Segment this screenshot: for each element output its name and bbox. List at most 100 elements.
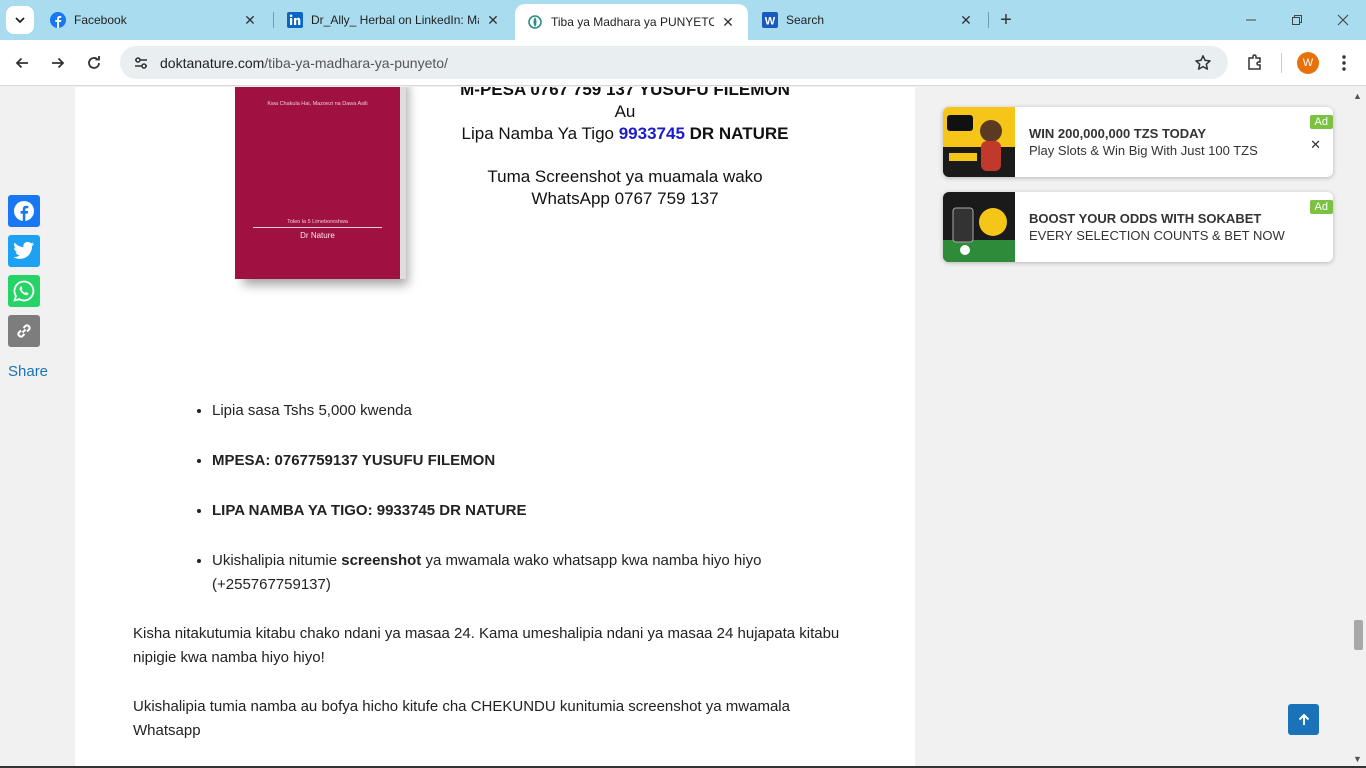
tab-facebook[interactable]: Facebook ✕ [38,0,270,40]
tab-search-button[interactable] [6,6,34,34]
tab-active-article[interactable]: Tiba ya Madhara ya PUNYETO ✕ [515,4,748,40]
payment-tigo-line: Lipa Namba Ya Tigo 9933745 DR NATURE [415,123,835,145]
copy-link-button[interactable] [8,315,40,347]
tab-title: Dr_Ally_ Herbal on LinkedIn: Ma [311,13,479,27]
scroll-down-arrow-icon[interactable]: ▼ [1353,754,1362,764]
share-label[interactable]: Share [8,363,48,380]
new-tab-button[interactable]: + [994,8,1018,32]
payment-steps-list: Lipia sasa Tshs 5,000 kwenda MPESA: 0767… [212,399,852,623]
list-item: Ukishalipia nitumie screenshot ya mwamal… [212,549,852,597]
scroll-up-arrow-icon[interactable]: ▲ [1353,91,1362,101]
list-item-text: Ukishalipia nitumie [212,552,342,569]
arrow-up-icon [1298,713,1309,725]
forward-button[interactable] [44,49,72,77]
book-divider [253,227,382,228]
toolbar-divider [1281,53,1282,73]
book-cover-image: Kwa Chakula Hai, Mazoezi na Dawa Asili T… [235,87,406,279]
tigo-prefix: Lipa Namba Ya Tigo [461,124,619,143]
close-tab-icon[interactable]: ✕ [242,12,258,28]
payment-whatsapp-line: WhatsApp 0767 759 137 [531,189,719,208]
ad-title: BOOST YOUR ODDS WITH SOKABET [1029,211,1262,226]
svg-text:W: W [765,16,776,28]
paragraph: Kisha nitakutumia kitabu chako ndani ya … [133,625,840,666]
book-subtitle: Kwa Chakula Hai, Mazoezi na Dawa Asili [267,101,368,107]
payment-instructions-image: M-PESA 0767 759 137 YUSUFU FILEMON Au Li… [415,87,835,210]
tab-title: Search [786,13,825,27]
tigo-suffix: DR NATURE [684,124,789,143]
minimize-icon [1246,19,1256,21]
facebook-icon [50,12,66,28]
puzzle-icon [1248,54,1261,70]
close-tab-icon[interactable]: ✕ [485,12,501,28]
site-info-icon[interactable] [130,52,152,74]
chevron-down-icon [15,17,25,24]
ad-badge: Ad [1309,200,1333,214]
ad-description: EVERY SELECTION COUNTS & BET NOW [1029,228,1285,243]
page-scrollbar[interactable]: ▲ ▼ [1350,87,1366,768]
site-icon [527,14,543,30]
tab-title: Facebook [74,13,127,27]
kebab-menu-icon [1342,55,1346,71]
page-viewport: Share Kwa Chakula Hai, Mazoezi na Dawa A… [0,87,1350,768]
profile-avatar[interactable]: W [1297,52,1319,74]
facebook-icon [14,201,34,221]
tab-search[interactable]: W Search ✕ [750,0,986,40]
payment-or-line: Au [614,102,636,121]
extensions-button[interactable] [1242,49,1268,75]
twitter-icon [13,241,35,259]
url-host: doktanature.com [160,54,265,71]
sidebar [915,87,1350,768]
share-twitter-button[interactable] [8,235,40,267]
back-button[interactable] [8,49,36,77]
address-bar[interactable]: doktanature.com/tiba-ya-madhara-ya-punye… [120,46,1228,79]
arrow-left-icon [15,57,28,69]
book-edition: Toleo la 5 Limeboreshwa [287,219,348,225]
article-content: Kwa Chakula Hai, Mazoezi na Dawa Asili T… [75,87,915,768]
list-item: MPESA: 0767759137 YUSUFU FILEMON [212,449,852,473]
plus-icon: + [1000,8,1012,31]
whatsapp-icon [13,280,35,302]
close-tab-icon[interactable]: ✕ [958,12,974,28]
paragraph: Ukishalipia tumia namba au bofya hicho k… [133,698,790,739]
close-ad-icon[interactable]: ✕ [1310,137,1321,153]
payment-mpesa-line: M-PESA 0767 759 137 YUSUFU FILEMON [460,87,790,99]
minimize-button[interactable] [1228,0,1274,40]
bookmark-star-icon[interactable] [1192,52,1214,74]
scroll-to-top-button[interactable] [1288,704,1319,735]
browser-toolbar: doktanature.com/tiba-ya-madhara-ya-punye… [0,40,1366,86]
list-item: Lipia sasa Tshs 5,000 kwenda [212,399,852,423]
tab-separator [273,12,274,28]
tab-title: Tiba ya Madhara ya PUNYETO [551,15,714,29]
close-window-button[interactable] [1320,0,1366,40]
link-icon [17,324,31,338]
tab-linkedin[interactable]: Dr_Ally_ Herbal on LinkedIn: Ma ✕ [275,0,513,40]
arrow-right-icon [52,57,65,69]
close-icon [1337,14,1349,26]
reload-icon [88,56,100,69]
list-item: LIPA NAMBA YA TIGO: 9933745 DR NATURE [212,499,852,523]
share-facebook-button[interactable] [8,195,40,227]
close-tab-icon[interactable]: ✕ [720,14,736,30]
restore-button[interactable] [1274,0,1320,40]
word-icon: W [762,12,778,28]
url-path: /tiba-ya-madhara-ya-punyeto/ [264,54,448,71]
ad-card[interactable]: BOOST YOUR ODDS WITH SOKABET EVERY SELEC… [943,192,1333,262]
tab-separator [988,12,989,28]
share-whatsapp-button[interactable] [8,275,40,307]
scrollbar-thumb[interactable] [1354,620,1363,650]
ad-image [943,192,1015,262]
book-spine [400,87,406,279]
payment-screenshot-line: Tuma Screenshot ya muamala wako [487,167,763,186]
reload-button[interactable] [80,49,108,77]
list-item-bold: screenshot [341,552,422,569]
restore-icon [1292,15,1302,25]
ad-title: WIN 200,000,000 TZS TODAY [1029,126,1207,141]
linkedin-icon [287,12,303,28]
book-author: Dr Nature [300,231,335,240]
tigo-number: 9933745 [618,124,685,143]
ad-badge: Ad [1309,115,1333,129]
tab-strip: Facebook ✕ Dr_Ally_ Herbal on LinkedIn: … [0,0,1366,40]
browser-menu-button[interactable] [1332,49,1356,77]
ad-description: Play Slots & Win Big With Just 100 TZS [1029,143,1258,158]
ad-card[interactable]: WIN 200,000,000 TZS TODAY Play Slots & W… [943,107,1333,177]
